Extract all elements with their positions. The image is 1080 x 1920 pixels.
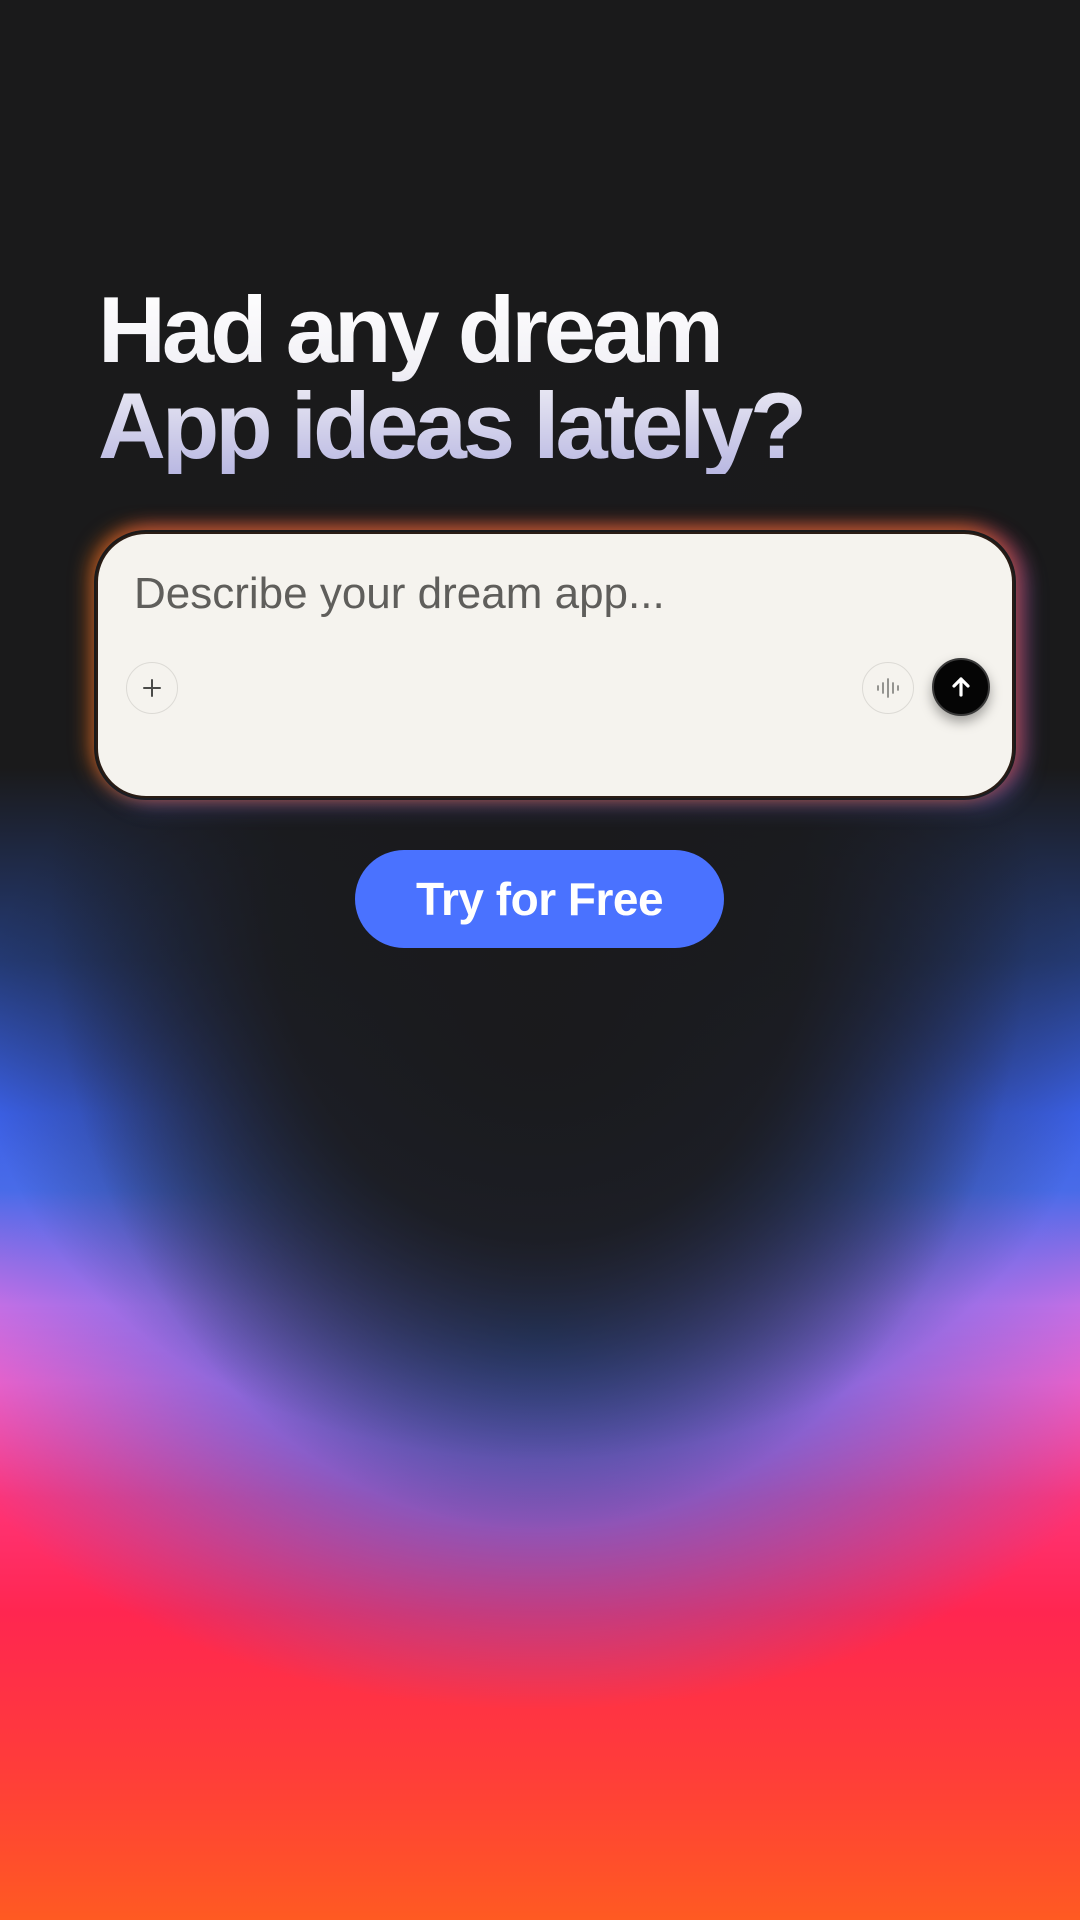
- headline-line-2: App ideas lately?: [98, 373, 804, 478]
- waveform-icon: [877, 678, 899, 698]
- voice-input-button[interactable]: [862, 662, 914, 714]
- headline-line-1: Had any dream: [98, 277, 720, 382]
- try-for-free-button[interactable]: Try for Free: [355, 850, 724, 948]
- add-attachment-button[interactable]: [126, 662, 178, 714]
- arrow-up-icon: [952, 677, 970, 697]
- send-button[interactable]: [932, 658, 990, 716]
- landing-page: Had any dream App ideas lately? Describe…: [0, 0, 1080, 1920]
- prompt-card: [96, 532, 1014, 798]
- headline: Had any dream App ideas lately?: [98, 282, 998, 474]
- plus-icon: [143, 679, 161, 697]
- prompt-input[interactable]: [134, 564, 954, 624]
